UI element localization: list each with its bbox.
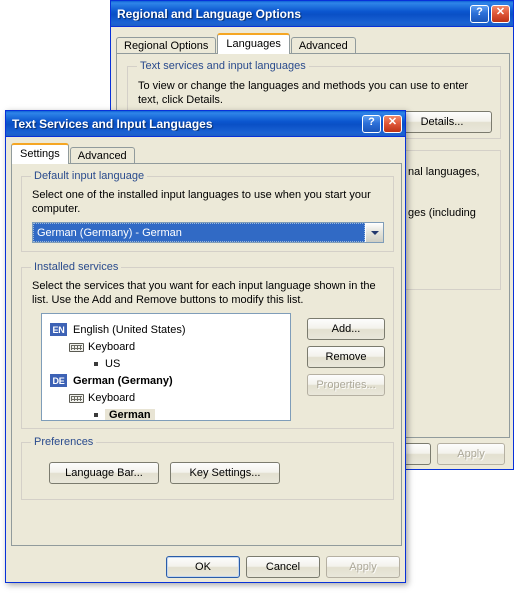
foreground-titlebar-buttons: ? ✕ bbox=[362, 114, 402, 133]
group-preferences: Preferences Language Bar... Key Settings… bbox=[21, 436, 394, 500]
text-services-and-input-languages-dialog[interactable]: Text Services and Input Languages ? ✕ Se… bbox=[5, 110, 406, 583]
list-item-selected[interactable]: German bbox=[50, 406, 290, 420]
keyboard-icon bbox=[69, 341, 84, 352]
group-default-input-language-legend: Default input language bbox=[31, 170, 148, 182]
list-item[interactable]: US bbox=[50, 355, 290, 372]
add-button[interactable]: Add... bbox=[307, 318, 385, 340]
list-item[interactable]: DE German (Germany) bbox=[50, 372, 290, 389]
foreground-tabstrip[interactable]: Settings Advanced bbox=[6, 143, 405, 165]
background-apply-label: Apply bbox=[457, 448, 485, 460]
installed-services-description-line2: list. Use the Add and Remove buttons to … bbox=[32, 294, 304, 306]
bullet-icon bbox=[94, 361, 98, 366]
details-button-label: Details... bbox=[420, 116, 464, 128]
chevron-down-icon[interactable] bbox=[365, 223, 383, 242]
remove-button[interactable]: Remove bbox=[307, 346, 385, 368]
group-installed-services: Installed services Select the services t… bbox=[21, 261, 394, 429]
ok-button[interactable]: OK bbox=[166, 556, 240, 578]
default-language-description-line1: Select one of the installed input langua… bbox=[32, 189, 371, 201]
default-input-language-value: German (Germany) - German bbox=[33, 223, 365, 242]
language-badge-en: EN bbox=[50, 323, 67, 336]
foreground-dialog-title: Text Services and Input Languages bbox=[12, 116, 213, 131]
installed-services-description-line1: Select the services that you want for ea… bbox=[32, 280, 376, 292]
language-badge-de: DE bbox=[50, 374, 67, 387]
group-default-input-language: Default input language Select one of the… bbox=[21, 170, 394, 252]
language-bar-button[interactable]: Language Bar... bbox=[49, 462, 159, 484]
cancel-button[interactable]: Cancel bbox=[246, 556, 320, 578]
properties-button-label: Properties... bbox=[316, 379, 376, 391]
apply-button-label: Apply bbox=[349, 561, 377, 573]
keyboard-icon bbox=[69, 392, 84, 403]
bullet-icon bbox=[94, 412, 98, 417]
group-text-services-legend: Text services and input languages bbox=[137, 60, 309, 72]
remove-button-label: Remove bbox=[325, 351, 367, 363]
background-dialog-title: Regional and Language Options bbox=[117, 6, 302, 21]
background-tabstrip[interactable]: Regional Options Languages Advanced bbox=[111, 33, 513, 55]
key-settings-button-label: Key Settings... bbox=[189, 467, 261, 479]
tab-settings[interactable]: Settings bbox=[11, 143, 69, 164]
background-dialog-titlebar[interactable]: Regional and Language Options ? ✕ bbox=[111, 1, 513, 27]
supplemental-description-line2: ges (including bbox=[408, 207, 476, 219]
background-apply-button: Apply bbox=[437, 443, 505, 465]
language-bar-button-label: Language Bar... bbox=[65, 467, 143, 479]
help-icon[interactable]: ? bbox=[470, 4, 489, 23]
list-item[interactable]: Keyboard bbox=[50, 338, 290, 355]
default-input-language-combobox[interactable]: German (Germany) - German bbox=[32, 222, 384, 243]
foreground-dialog-titlebar[interactable]: Text Services and Input Languages ? ✕ bbox=[6, 111, 405, 137]
list-item-label: US bbox=[105, 357, 121, 370]
help-icon[interactable]: ? bbox=[362, 114, 381, 133]
list-item-label: English (United States) bbox=[73, 323, 186, 336]
foreground-dialog-body: Settings Advanced Default input language… bbox=[6, 137, 405, 582]
tab-languages[interactable]: Languages bbox=[217, 33, 290, 54]
list-item-label: German bbox=[105, 408, 155, 420]
default-language-description-line2: computer. bbox=[32, 203, 81, 215]
list-item[interactable]: EN English (United States) bbox=[50, 321, 290, 338]
installed-services-listbox[interactable]: EN English (United States) Keyboard US D… bbox=[41, 313, 291, 421]
foreground-tabpanel: Default input language Select one of the… bbox=[11, 163, 402, 546]
list-item-label: German (Germany) bbox=[73, 374, 173, 387]
details-button[interactable]: Details... bbox=[392, 111, 492, 133]
cancel-button-label: Cancel bbox=[265, 561, 301, 573]
list-item-label: Keyboard bbox=[88, 340, 136, 353]
list-item[interactable]: Keyboard bbox=[50, 389, 290, 406]
group-installed-services-legend: Installed services bbox=[31, 261, 122, 273]
group-preferences-legend: Preferences bbox=[31, 436, 97, 448]
screen: Regional and Language Options ? ✕ Region… bbox=[0, 0, 514, 593]
add-button-label: Add... bbox=[331, 323, 361, 335]
close-icon[interactable]: ✕ bbox=[491, 4, 510, 23]
text-services-description-line2: text, click Details. bbox=[138, 94, 223, 106]
close-icon[interactable]: ✕ bbox=[383, 114, 402, 133]
properties-button: Properties... bbox=[307, 374, 385, 396]
apply-button: Apply bbox=[326, 556, 400, 578]
installed-services-tree: EN English (United States) Keyboard US D… bbox=[42, 314, 290, 420]
supplemental-description-line1: nal languages, bbox=[408, 166, 480, 178]
list-item-label: Keyboard bbox=[88, 391, 136, 404]
background-titlebar-buttons: ? ✕ bbox=[470, 4, 510, 23]
key-settings-button[interactable]: Key Settings... bbox=[170, 462, 280, 484]
text-services-description-line1: To view or change the languages and meth… bbox=[138, 80, 469, 92]
ok-button-label: OK bbox=[195, 561, 211, 573]
